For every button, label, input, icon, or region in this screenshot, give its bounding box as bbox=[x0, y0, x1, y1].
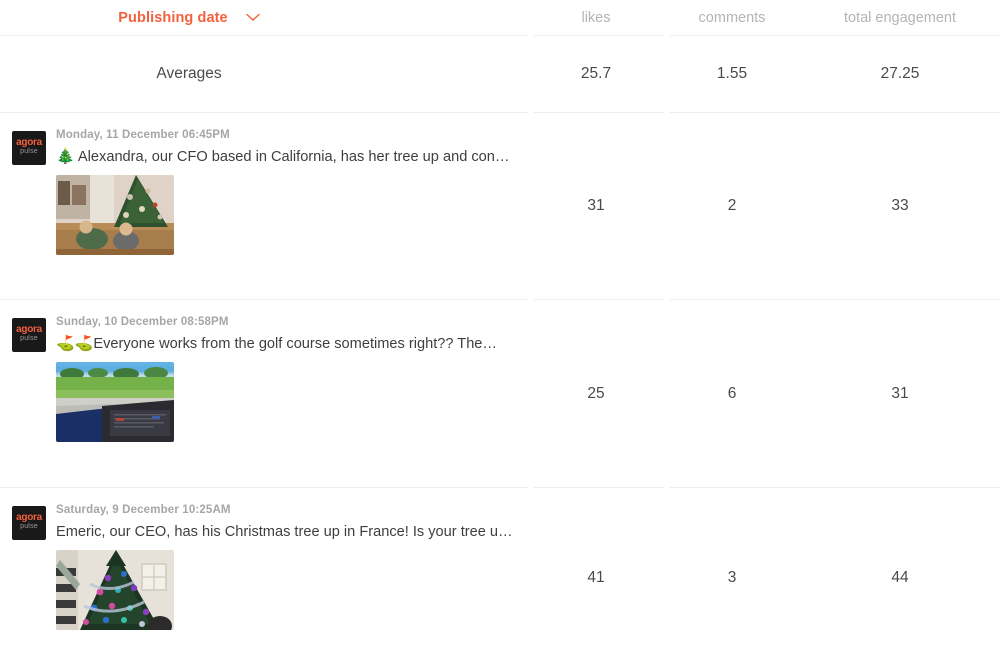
column-header-comments[interactable]: comments bbox=[664, 10, 800, 26]
avatar-logo-bottom: pulse bbox=[20, 148, 38, 155]
post-thumbnail[interactable] bbox=[56, 362, 174, 442]
post-text: ⛳⛳Everyone works from the golf course so… bbox=[56, 334, 526, 354]
row-comments: 6 bbox=[727, 384, 737, 402]
agorapulse-logo-icon: agora pulse bbox=[12, 131, 46, 165]
averages-label: Averages bbox=[156, 65, 222, 82]
row-comments: 3 bbox=[727, 569, 737, 586]
averages-comments: 1.55 bbox=[716, 65, 748, 82]
table-header-row: Publishing date likes comments total eng… bbox=[0, 0, 1000, 35]
post-body: Sunday, 10 December 08:58PM ⛳⛳Everyone w… bbox=[56, 314, 528, 442]
avatar-logo-bottom: pulse bbox=[20, 335, 38, 342]
post-cell[interactable]: agora pulse Monday, 11 December 06:45PM … bbox=[0, 113, 528, 299]
row-likes: 31 bbox=[587, 197, 605, 214]
post-text: Emeric, our CEO, has his Christmas tree … bbox=[56, 522, 526, 542]
post-body: Saturday, 9 December 10:25AM Emeric, our… bbox=[56, 502, 528, 630]
averages-likes: 25.7 bbox=[580, 65, 612, 82]
row-likes: 25 bbox=[587, 384, 605, 402]
post-date: Sunday, 10 December 08:58PM bbox=[56, 316, 229, 328]
avatar-logo-top: agora bbox=[16, 512, 42, 523]
avatar-logo-top: agora bbox=[16, 137, 42, 148]
golf-flag-emoji-icon: ⛳⛳ bbox=[56, 335, 94, 352]
averages-row: Averages 25.7 1.55 27.25 bbox=[0, 36, 1000, 112]
row-comments: 2 bbox=[727, 197, 737, 214]
post-thumbnail[interactable] bbox=[56, 175, 174, 255]
post-cell[interactable]: agora pulse Saturday, 9 December 10:25AM… bbox=[0, 488, 528, 668]
table-row[interactable]: agora pulse Saturday, 9 December 10:25AM… bbox=[0, 488, 1000, 668]
row-likes: 41 bbox=[587, 569, 605, 586]
row-total-engagement: 44 bbox=[891, 569, 909, 586]
post-thumbnail[interactable] bbox=[56, 550, 174, 630]
post-text: 🎄 Alexandra, our CFO based in California… bbox=[56, 147, 526, 167]
post-cell[interactable]: agora pulse Sunday, 10 December 08:58PM … bbox=[0, 300, 528, 487]
post-text-body: Emeric, our CEO, has his Christmas tree … bbox=[56, 524, 513, 540]
chevron-down-icon[interactable] bbox=[246, 13, 260, 22]
avatar-logo-bottom: pulse bbox=[20, 523, 38, 530]
row-total-engagement: 33 bbox=[891, 197, 909, 214]
post-date: Monday, 11 December 06:45PM bbox=[56, 129, 230, 141]
agorapulse-logo-icon: agora pulse bbox=[12, 318, 46, 352]
column-header-total-engagement[interactable]: total engagement bbox=[800, 10, 1000, 26]
avatar-logo-top: agora bbox=[16, 324, 42, 335]
column-header-likes[interactable]: likes bbox=[528, 10, 664, 26]
row-total-engagement: 31 bbox=[891, 384, 909, 402]
averages-total-engagement: 27.25 bbox=[880, 65, 920, 82]
table-row[interactable]: agora pulse Monday, 11 December 06:45PM … bbox=[0, 113, 1000, 299]
table-row[interactable]: agora pulse Sunday, 10 December 08:58PM … bbox=[0, 300, 1000, 487]
post-text-body: Alexandra, our CFO based in California, … bbox=[74, 149, 510, 165]
column-header-publishing-date[interactable]: Publishing date bbox=[0, 10, 528, 26]
post-date: Saturday, 9 December 10:25AM bbox=[56, 504, 231, 516]
posts-analytics-table: Publishing date likes comments total eng… bbox=[0, 0, 1000, 668]
agorapulse-logo-icon: agora pulse bbox=[12, 506, 46, 540]
post-body: Monday, 11 December 06:45PM 🎄 Alexandra,… bbox=[56, 127, 528, 255]
publishing-date-label: Publishing date bbox=[118, 9, 228, 26]
christmas-tree-emoji-icon: 🎄 bbox=[56, 148, 75, 165]
post-text-body: Everyone works from the golf course some… bbox=[93, 336, 498, 352]
